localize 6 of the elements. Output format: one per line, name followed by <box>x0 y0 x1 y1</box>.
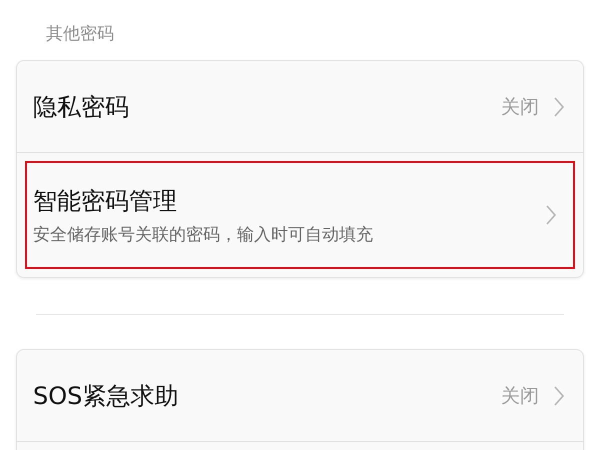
chevron-icon <box>553 384 565 406</box>
chevron-icon <box>545 204 557 226</box>
settings-item[interactable]: 智能密码管理 安全储存账号关联的密码，输入时可自动填充 <box>25 161 575 269</box>
settings-item[interactable]: SOS紧急求助 关闭 <box>17 350 583 441</box>
chevron-icon <box>553 96 565 118</box>
settings-item[interactable]: 隐私密码 关闭 <box>17 61 583 152</box>
